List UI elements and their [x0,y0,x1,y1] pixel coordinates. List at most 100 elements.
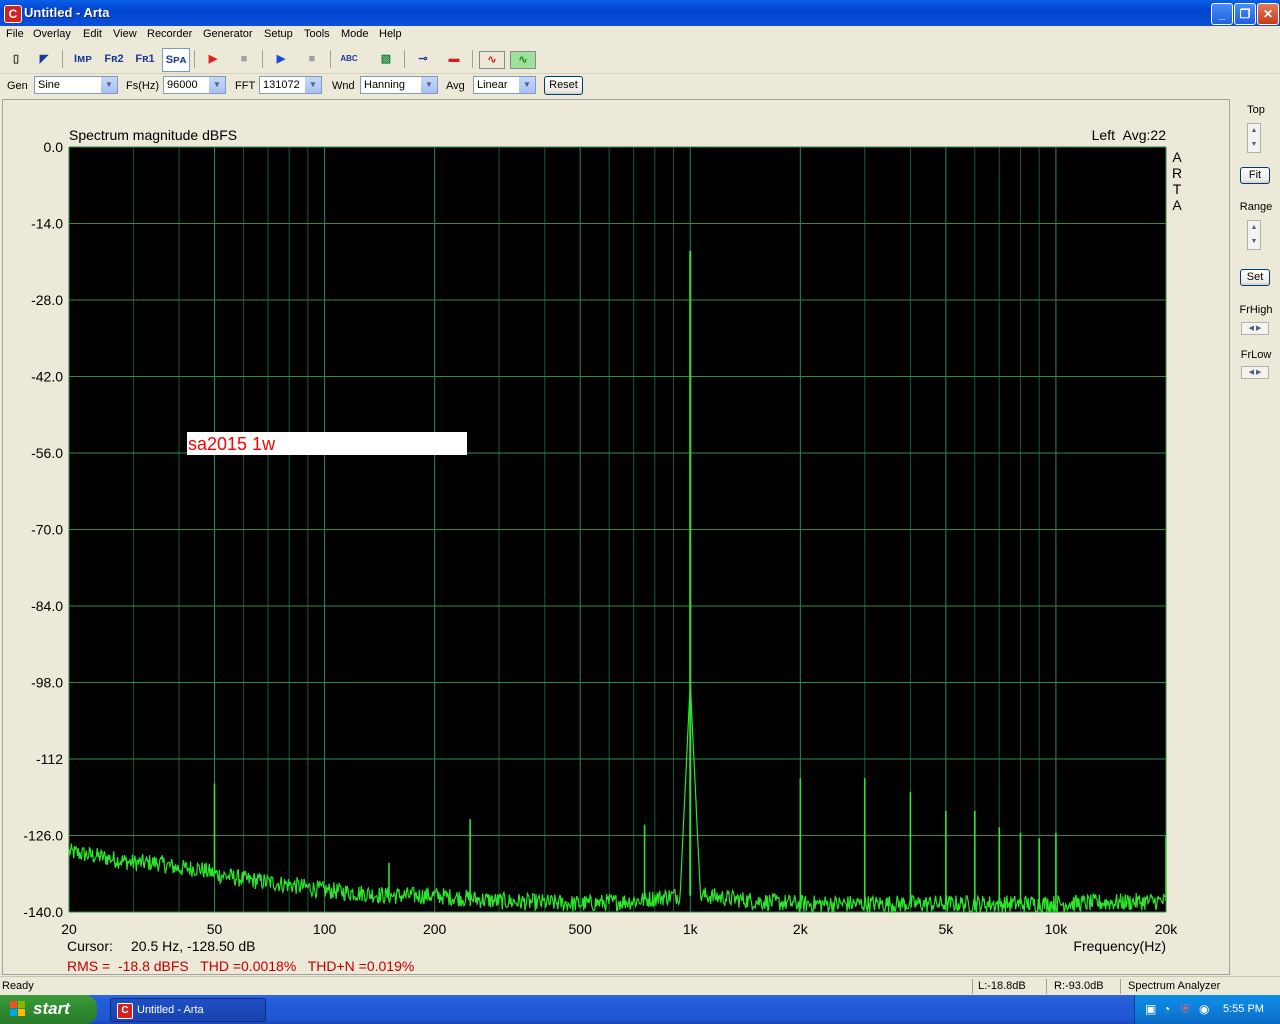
open-file-icon[interactable]: ◤ [32,48,56,70]
spectrum-chart[interactable]: Spectrum magnitude dBFS Left Avg:22 ARTA… [3,100,1229,974]
top-spinner[interactable]: ▲ ▼ [1247,123,1261,153]
menu-overlay[interactable]: Overlay [33,28,71,40]
play-icon[interactable]: ▶ [269,48,293,70]
avg-value: Linear [477,79,508,91]
menu-mode[interactable]: Mode [341,28,369,40]
shield-icon[interactable]: ⛨ [1181,1002,1190,1017]
chevron-up-icon[interactable]: ▲ [1248,124,1260,138]
network-icon[interactable]: ▣ [1145,1002,1156,1016]
y-tick-label: -140.0 [23,904,63,920]
clock: 5:55 PM [1223,1003,1264,1015]
gen-value: Sine [38,79,61,91]
parameter-bar: Gen Sine ▼ Fs(Hz) 96000 ▼ FFT 131072 ▼ Wnd … [0,74,1280,98]
menu-view[interactable]: View [113,28,137,40]
chart-title: Spectrum magnitude dBFS [69,127,237,143]
generator-wave-icon[interactable]: ∿ [479,51,505,69]
chevron-left-icon[interactable]: ◀ [1249,369,1254,376]
menu-tools[interactable]: Tools [304,28,330,40]
y-tick-label: -42.0 [31,369,63,385]
imp-button[interactable]: Iᴍᴘ [70,48,96,70]
status-separator [972,979,973,994]
app-icon[interactable]: C [4,5,22,23]
menu-bar: File Overlay Edit View Recorder Generato… [0,26,1280,44]
frlow-label: FrLow [1240,349,1272,361]
chevron-right-icon[interactable]: ▶ [1256,325,1261,332]
toolbar: ▯ ◤ Iᴍᴘ Fʀ2 Fʀ1 Sᴘᴀ ▶ ■ ▶ ■ ABC ▧ ⊸ ▬ ∿ … [0,45,1280,74]
fr2-button[interactable]: Fʀ2 [101,48,127,70]
frhigh-spinner[interactable]: ◀ ▶ [1241,322,1269,335]
restore-icon[interactable]: ❐ [1234,3,1256,25]
record-icon[interactable]: ▶ [201,48,225,70]
y-tick-label: -98.0 [31,675,63,691]
fs-select[interactable]: 96000 ▼ [163,76,226,94]
menu-setup[interactable]: Setup [264,28,293,40]
frlow-spinner[interactable]: ◀ ▶ [1241,366,1269,379]
chevron-right-icon[interactable]: ▶ [1256,369,1261,376]
wnd-value: Hanning [364,79,405,91]
x-tick-label: 50 [207,921,223,937]
toolbar-separator [262,50,263,68]
y-tick-label: -112 [36,751,63,767]
range-spinner[interactable]: ▲ ▼ [1247,220,1261,250]
toolbar-separator [472,50,473,68]
close-icon[interactable]: ✕ [1257,3,1279,25]
antivirus-icon[interactable]: ◉ [1199,1002,1209,1016]
fr1-button[interactable]: Fʀ1 [132,48,158,70]
menu-generator[interactable]: Generator [203,28,253,40]
status-separator [1046,979,1047,994]
minimize-icon[interactable]: _ [1211,3,1233,25]
slider-icon[interactable]: ⊸ [411,48,435,70]
taskbar-item-label: Untitled - Arta [137,1004,204,1016]
speaker-icon[interactable]: ◔ [1163,1002,1170,1016]
menu-file[interactable]: File [6,28,24,40]
fft-select[interactable]: 131072 ▼ [259,76,322,94]
stop-record-icon[interactable]: ■ [232,48,256,70]
gen-select[interactable]: Sine ▼ [34,76,118,94]
side-letter: A [1172,197,1182,213]
chevron-up-icon[interactable]: ▲ [1248,221,1260,235]
set-button[interactable]: Set [1240,269,1270,286]
status-ready: Ready [2,980,34,992]
status-bar: Ready L:-18.8dB R:-93.0dB Spectrum Analy… [0,976,1280,996]
reset-button[interactable]: Reset [544,76,583,95]
new-file-icon[interactable]: ▯ [4,48,28,70]
avg-select[interactable]: Linear ▼ [473,76,536,94]
x-tick-label: 20k [1155,921,1179,937]
taskbar-item-arta[interactable]: C Untitled - Arta [110,998,266,1022]
app-icon: C [117,1003,133,1019]
cursor-label: Cursor: [67,938,113,954]
side-panel: Top ▲ ▼ Fit Range ▲ ▼ Set FrHigh ◀ ▶ FrLow… [1232,99,1280,975]
menu-recorder[interactable]: Recorder [147,28,192,40]
annotation-text: sa2015 1w [188,434,276,454]
abc-icon[interactable]: ABC [337,48,361,70]
scope-icon[interactable]: ∿ [510,51,536,69]
meter-icon[interactable]: ▬ [442,48,466,70]
chevron-left-icon[interactable]: ◀ [1249,325,1254,332]
start-button[interactable]: start [0,995,97,1024]
chevron-down-icon[interactable]: ▼ [1248,138,1260,152]
grid-icon[interactable]: ▧ [374,48,398,70]
x-tick-label: 2k [793,921,809,937]
fs-label: Fs(Hz) [126,80,159,92]
y-tick-label: -126.0 [23,828,63,844]
range-label: Range [1239,201,1273,213]
menu-help[interactable]: Help [379,28,402,40]
menu-edit[interactable]: Edit [83,28,102,40]
chevron-down-icon[interactable]: ▼ [518,77,535,93]
chevron-down-icon[interactable]: ▼ [100,77,117,93]
status-left-level: L:-18.8dB [978,980,1026,992]
chevron-down-icon[interactable]: ▼ [208,77,225,93]
wnd-select[interactable]: Hanning ▼ [360,76,438,94]
title-bar[interactable]: C Untitled - Arta _ ❐ ✕ [0,0,1280,26]
spa-button[interactable]: Sᴘᴀ [162,48,190,72]
avg-label: Avg [446,80,465,92]
window-title: Untitled - Arta [24,5,110,20]
status-right-level: R:-93.0dB [1054,980,1104,992]
stop-play-icon[interactable]: ■ [300,48,324,70]
plot-panel: Spectrum magnitude dBFS Left Avg:22 ARTA… [2,99,1230,975]
chevron-down-icon[interactable]: ▼ [1248,235,1260,249]
chevron-down-icon[interactable]: ▼ [304,77,321,93]
chevron-down-icon[interactable]: ▼ [420,77,437,93]
fit-button[interactable]: Fit [1240,167,1270,184]
x-tick-label: 200 [423,921,447,937]
